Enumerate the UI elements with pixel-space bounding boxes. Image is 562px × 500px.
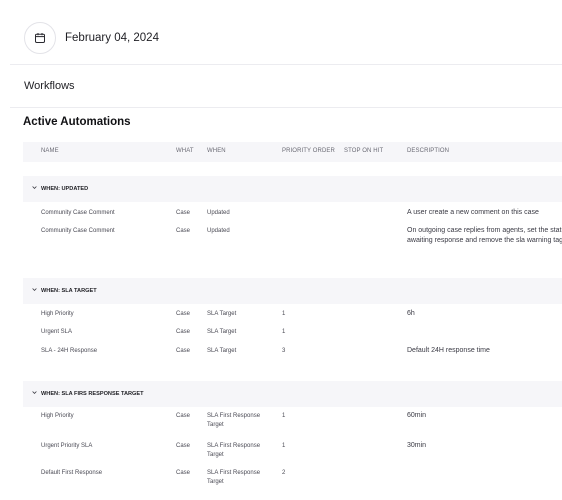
table-row[interactable]: Community Case Comment Case Updated A us… bbox=[23, 202, 562, 222]
table-row[interactable]: Default First Response Case SLA First Re… bbox=[23, 465, 562, 491]
cell-name: Community Case Comment bbox=[41, 228, 115, 234]
cell-when: Updated bbox=[207, 228, 230, 234]
cell-when: SLA Target bbox=[207, 348, 237, 354]
cell-priority: 3 bbox=[282, 348, 286, 354]
column-header-when[interactable]: WHEN bbox=[207, 148, 226, 154]
chevron-down-icon[interactable] bbox=[32, 185, 37, 190]
cell-name: High Priority bbox=[41, 311, 74, 317]
cell-what: Case bbox=[176, 228, 191, 234]
table-row[interactable]: High Priority Case SLA First Response Ta… bbox=[23, 407, 562, 438]
table-row[interactable]: SLA - 24H Response Case SLA Target 3 Def… bbox=[23, 343, 562, 373]
cell-when: SLA First Response Target bbox=[207, 470, 261, 485]
section-title: Active Automations bbox=[23, 116, 131, 128]
table-row[interactable]: Urgent Priority SLA Case SLA First Respo… bbox=[23, 438, 562, 465]
table-header: NAME WHAT WHEN PRIORITY ORDER STOP ON HI… bbox=[23, 142, 562, 162]
column-header-description[interactable]: DESCRIPTION bbox=[407, 148, 449, 154]
table-row[interactable]: High Priority Case SLA Target 1 6h bbox=[23, 304, 562, 324]
table-row[interactable]: Urgent SLA Case SLA Target 1 bbox=[23, 324, 562, 343]
cell-when: SLA First Response Target bbox=[207, 413, 261, 428]
group-when-sla-first-response-target: WHEN: SLA FIRS RESPONSE TARGET High Prio… bbox=[23, 381, 562, 491]
cell-what: Case bbox=[176, 443, 191, 449]
group-when-updated: WHEN: UPDATED Community Case Comment Cas… bbox=[23, 176, 562, 270]
cell-when: SLA Target bbox=[207, 329, 237, 335]
title-divider bbox=[10, 107, 562, 108]
column-header-priority-order[interactable]: PRIORITY ORDER bbox=[282, 148, 335, 154]
cell-name: Default First Response bbox=[41, 470, 103, 476]
cell-priority: 2 bbox=[282, 470, 286, 476]
cell-priority: 1 bbox=[282, 413, 286, 419]
group-header[interactable]: WHEN: SLA TARGET bbox=[23, 278, 562, 304]
group-label: WHEN: SLA FIRS RESPONSE TARGET bbox=[41, 391, 144, 397]
cell-name: Urgent SLA bbox=[41, 329, 73, 335]
current-date: February 04, 2024 bbox=[65, 32, 159, 44]
group-when-sla-target: WHEN: SLA TARGET High Priority Case SLA … bbox=[23, 278, 562, 373]
chevron-down-icon[interactable] bbox=[32, 287, 37, 292]
cell-name: Urgent Priority SLA bbox=[41, 443, 93, 449]
cell-when: Updated bbox=[207, 210, 230, 216]
cell-priority: 1 bbox=[282, 443, 286, 449]
cell-description: 30min bbox=[407, 442, 427, 449]
cell-description: 60min bbox=[407, 412, 427, 419]
group-header[interactable]: WHEN: SLA FIRS RESPONSE TARGET bbox=[23, 381, 562, 407]
header-divider bbox=[10, 64, 562, 65]
table-row[interactable]: Community Case Comment Case Updated On o… bbox=[23, 222, 562, 270]
cell-what: Case bbox=[176, 470, 191, 476]
cell-description: A user create a new comment on this case bbox=[407, 209, 539, 216]
cell-what: Case bbox=[176, 210, 191, 216]
cell-name: Community Case Comment bbox=[41, 210, 115, 216]
cell-description: 6h bbox=[407, 310, 415, 317]
group-header[interactable]: WHEN: UPDATED bbox=[23, 176, 562, 202]
cell-what: Case bbox=[176, 413, 191, 419]
group-label: WHEN: UPDATED bbox=[41, 186, 89, 192]
cell-what: Case bbox=[176, 348, 191, 354]
calendar-button[interactable] bbox=[24, 22, 56, 54]
cell-name: SLA - 24H Response bbox=[41, 348, 98, 354]
group-label: WHEN: SLA TARGET bbox=[41, 288, 97, 294]
cell-priority: 1 bbox=[282, 329, 286, 335]
calendar-icon bbox=[35, 33, 45, 44]
cell-when: SLA First Response Target bbox=[207, 443, 261, 458]
column-header-what[interactable]: WHAT bbox=[176, 148, 194, 154]
cell-description: Default 24H response time bbox=[407, 347, 490, 354]
page-title: Workflows bbox=[24, 80, 75, 92]
cell-name: High Priority bbox=[41, 413, 74, 419]
cell-what: Case bbox=[176, 311, 191, 317]
column-header-stop-on-hit[interactable]: STOP ON HIT bbox=[344, 148, 383, 154]
cell-description: On outgoing case replies from agents, se… bbox=[407, 227, 562, 244]
chevron-down-icon[interactable] bbox=[32, 390, 37, 395]
column-header-name[interactable]: NAME bbox=[41, 148, 59, 154]
date-selector[interactable]: February 04, 2024 bbox=[24, 22, 159, 54]
cell-when: SLA Target bbox=[207, 311, 237, 317]
automations-table: NAME WHAT WHEN PRIORITY ORDER STOP ON HI… bbox=[23, 142, 562, 491]
cell-priority: 1 bbox=[282, 311, 286, 317]
cell-what: Case bbox=[176, 329, 191, 335]
